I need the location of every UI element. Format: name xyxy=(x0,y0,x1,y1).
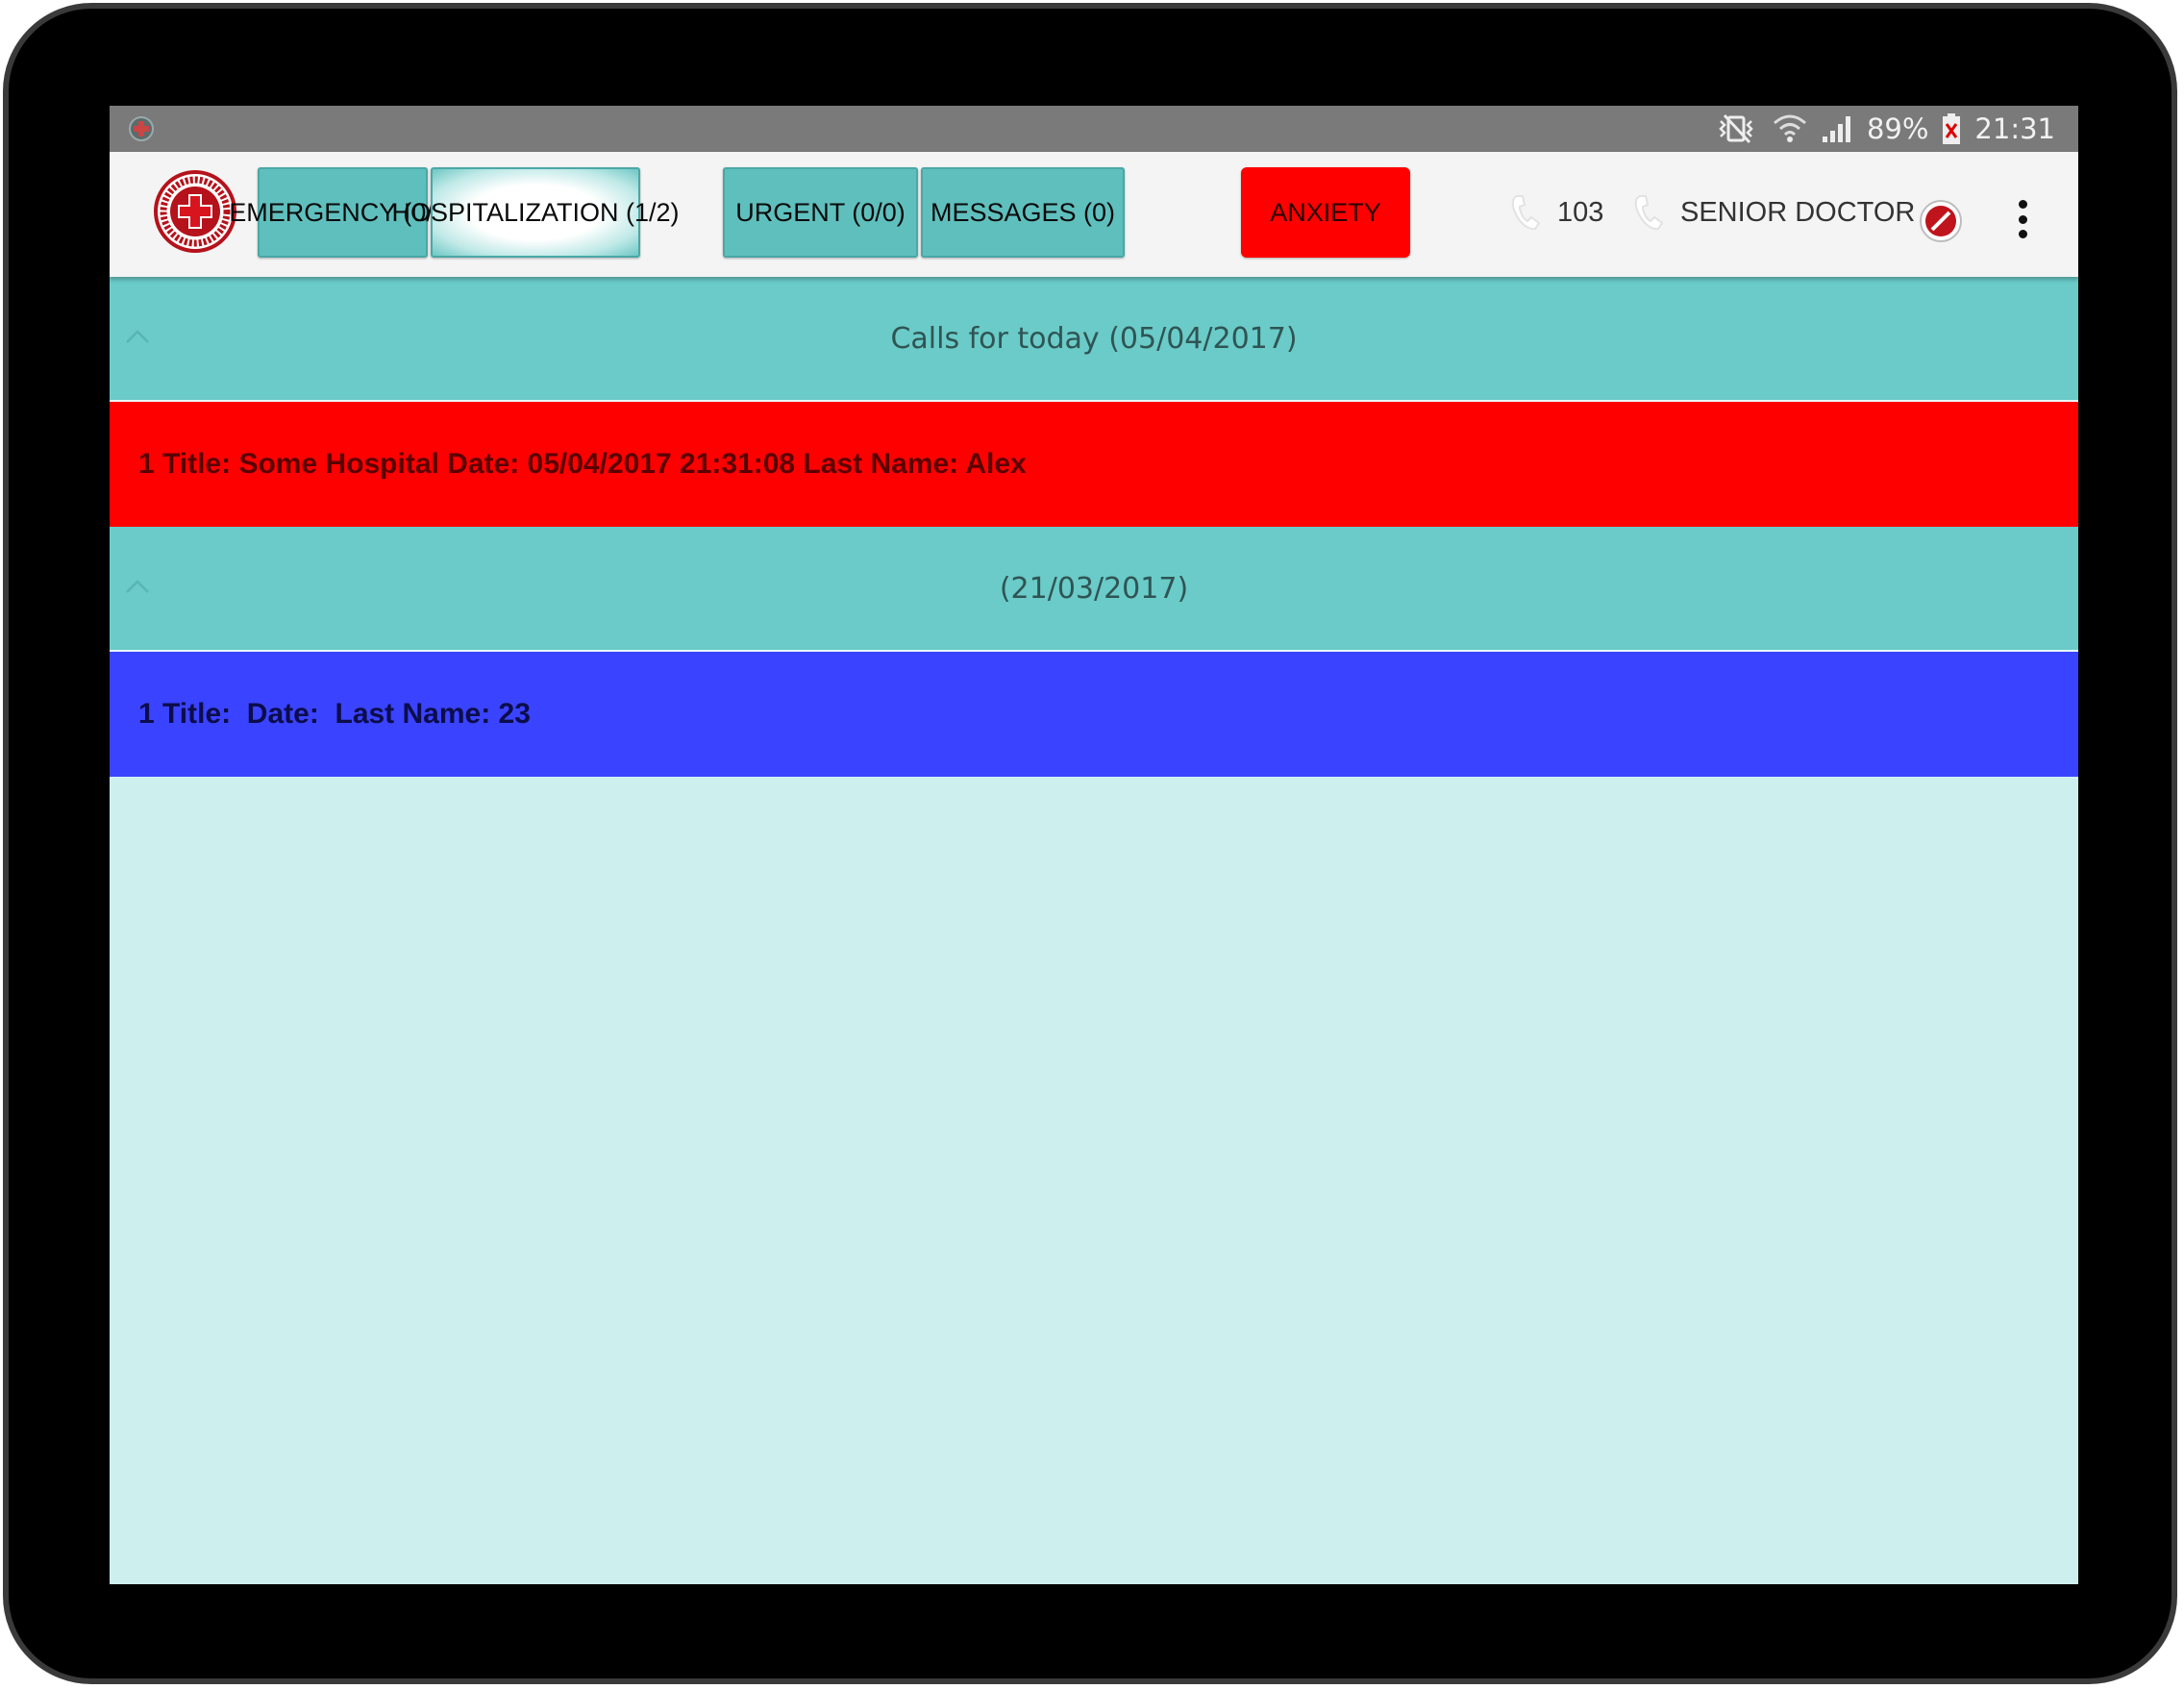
wifi-icon xyxy=(1773,114,1806,142)
chevron-up-icon xyxy=(126,330,149,343)
call-senior-doctor-button[interactable]: SENIOR DOCTOR xyxy=(1632,188,1915,236)
call-list-item[interactable]: 1 Title: Date: Last Name: 23 xyxy=(110,652,2078,777)
vibrate-mute-icon xyxy=(1719,113,1753,144)
battery-percent: 89% xyxy=(1866,112,1929,145)
tab-messages[interactable]: MESSAGES (0) xyxy=(921,167,1125,258)
anxiety-alarm-button[interactable]: ANXIETY xyxy=(1241,167,1410,258)
overflow-menu-icon[interactable] xyxy=(2017,200,2028,238)
call-item-text: 1 Title: Some Hospital Date: 05/04/2017 … xyxy=(138,448,1027,480)
section-header-date[interactable]: (21/03/2017) xyxy=(110,527,2078,650)
app-toolbar: EMERGENCY (0/2) HOSPITALIZATION (1/2) UR… xyxy=(110,152,2078,277)
senior-doctor-label: SENIOR DOCTOR xyxy=(1680,196,1916,228)
battery-icon xyxy=(1943,113,1961,144)
no-entry-status-icon[interactable] xyxy=(1919,199,1963,243)
section-title: (21/03/2017) xyxy=(999,571,1189,606)
red-cross-logo xyxy=(154,170,236,253)
status-bar: 89% 21:31 xyxy=(110,106,2078,152)
phone-icon xyxy=(1634,195,1664,231)
phone-icon xyxy=(1511,195,1541,231)
chevron-up-icon xyxy=(126,580,149,593)
phone-number-label: 103 xyxy=(1557,196,1604,228)
clock: 21:31 xyxy=(1974,112,2055,145)
tab-hospitalization[interactable]: HOSPITALIZATION (1/2) xyxy=(391,167,680,258)
tab-urgent[interactable]: URGENT (0/0) xyxy=(723,167,918,258)
call-103-button[interactable]: 103 xyxy=(1509,188,1603,236)
app-screen: 89% 21:31 EMERGENCY (0/2) HOSPITALIZATIO… xyxy=(110,106,2078,1584)
status-icons: 89% 21:31 xyxy=(1713,106,2055,152)
section-title: Calls for today (05/04/2017) xyxy=(890,321,1298,356)
call-item-text: 1 Title: Date: Last Name: 23 xyxy=(138,698,531,730)
section-header-today[interactable]: Calls for today (05/04/2017) xyxy=(110,277,2078,400)
call-list-item[interactable]: 1 Title: Some Hospital Date: 05/04/2017 … xyxy=(110,402,2078,527)
app-notification-icon xyxy=(129,116,154,141)
signal-icon xyxy=(1822,116,1850,142)
